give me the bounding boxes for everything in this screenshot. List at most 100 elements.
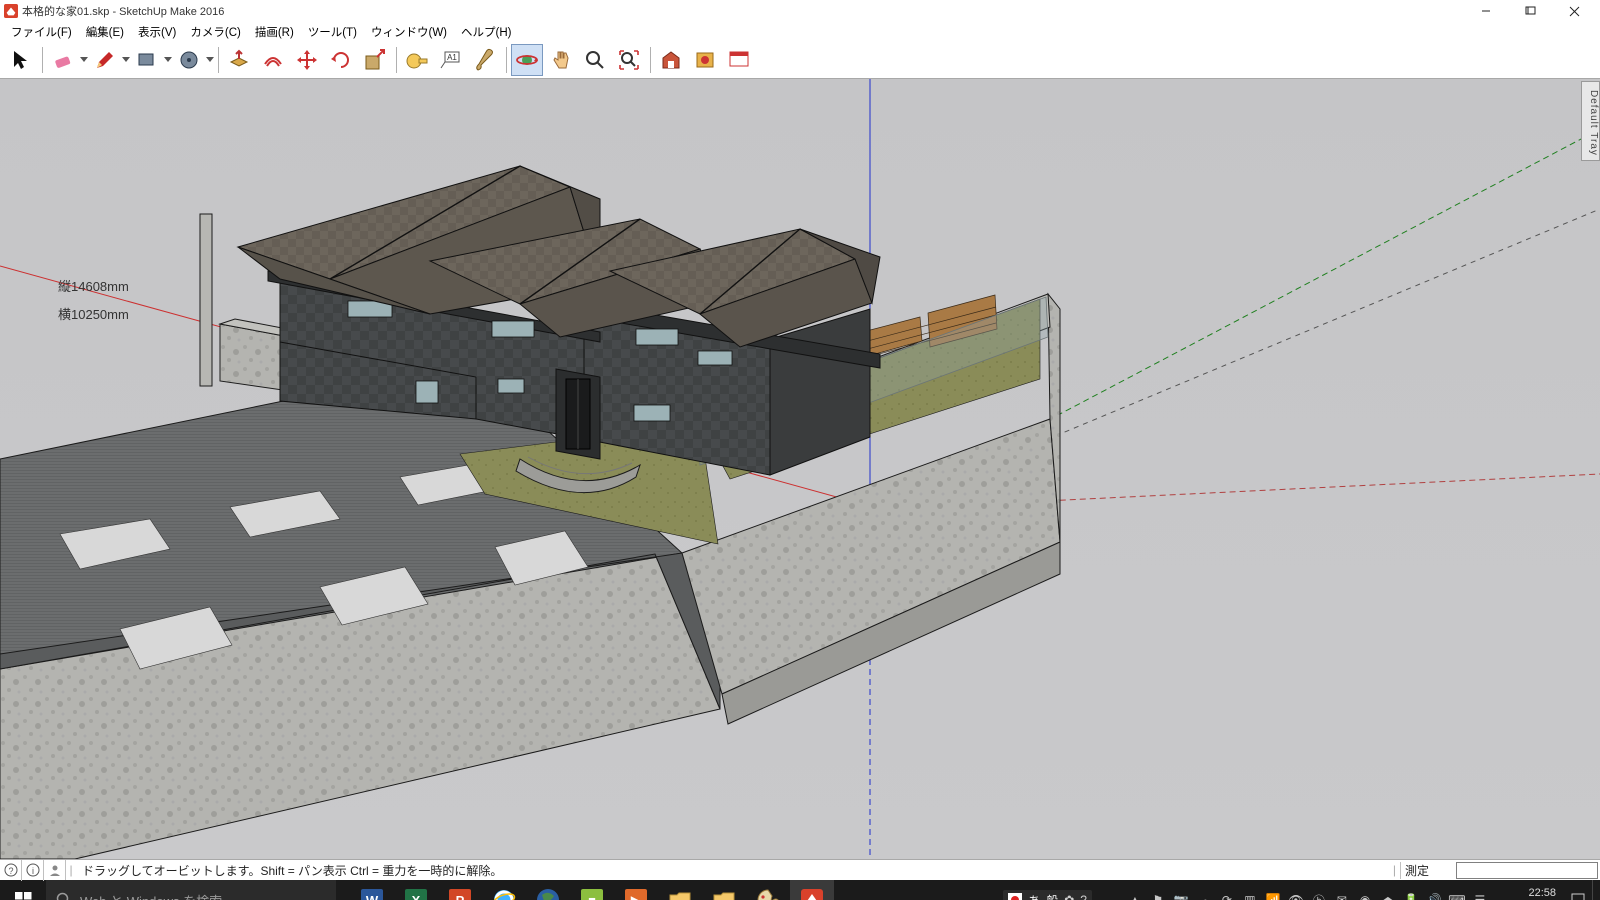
- tray-cam-icon[interactable]: 📷: [1172, 891, 1190, 900]
- menu-ファイル[interactable]: ファイル(F): [4, 23, 79, 41]
- offset-tool[interactable]: [257, 44, 289, 76]
- clock-time: 22:58: [1501, 887, 1556, 900]
- zoom-tool[interactable]: [579, 44, 611, 76]
- layout-button[interactable]: [723, 44, 755, 76]
- status-user-icon[interactable]: [44, 860, 66, 881]
- excel-app[interactable]: X: [394, 880, 438, 900]
- paint-tool[interactable]: [469, 44, 501, 76]
- tray-snd-icon[interactable]: 🔊: [1425, 891, 1443, 900]
- tray-nv-icon[interactable]: ◉: [1356, 891, 1374, 900]
- svg-text:▶: ▶: [630, 893, 642, 900]
- taskbar-search-placeholder: Web と Windows を検索: [80, 891, 222, 900]
- warehouse-button[interactable]: [655, 44, 687, 76]
- ime-help-icon[interactable]: ?: [1080, 893, 1087, 900]
- circle-tool[interactable]: [173, 44, 205, 76]
- eraser-tool[interactable]: [47, 44, 79, 76]
- main-toolbar: A1: [0, 41, 1600, 79]
- status-help-icon[interactable]: ?: [0, 860, 22, 881]
- tray-act-icon[interactable]: ☰: [1471, 891, 1489, 900]
- tray-flag-icon[interactable]: ⚑: [1149, 891, 1167, 900]
- orbit-tool[interactable]: [511, 44, 543, 76]
- ppt-app[interactable]: P: [438, 880, 482, 900]
- app-logo-icon: [4, 4, 18, 18]
- line-tool-dropdown[interactable]: [122, 44, 130, 76]
- earth-app[interactable]: [526, 880, 570, 900]
- menu-表示[interactable]: 表示(V): [131, 23, 183, 41]
- viewport-3d[interactable]: 縦14608mm 横10250mm Default Tray: [0, 79, 1600, 859]
- status-bar: ? i | ドラッグしてオービットします。Shift = パン表示 Ctrl =…: [0, 859, 1600, 880]
- move-tool[interactable]: [291, 44, 323, 76]
- tray-chip-icon[interactable]: ▥: [1241, 891, 1259, 900]
- ime-sys[interactable]: 般: [1046, 892, 1058, 900]
- pan-tool[interactable]: [545, 44, 577, 76]
- measurement-label: 測定: [1400, 862, 1456, 879]
- svg-text:?: ?: [8, 866, 13, 876]
- menu-ヘルプ[interactable]: ヘルプ(H): [454, 23, 518, 41]
- maximize-button[interactable]: [1508, 0, 1552, 22]
- svg-text:i: i: [32, 866, 34, 876]
- measurement-input[interactable]: [1456, 862, 1598, 879]
- window-title: 本格的な家01.skp - SketchUp Make 2016: [22, 3, 224, 19]
- extension-button[interactable]: [689, 44, 721, 76]
- line-tool[interactable]: [89, 44, 121, 76]
- status-divider: |: [66, 860, 76, 881]
- text-tool[interactable]: A1: [435, 44, 467, 76]
- tray-cloud-icon[interactable]: ☁: [1195, 891, 1213, 900]
- ime-mode[interactable]: あ: [1028, 892, 1040, 900]
- circle-tool-dropdown[interactable]: [206, 44, 214, 76]
- paint-app[interactable]: [746, 880, 790, 900]
- ie-app[interactable]: [482, 880, 526, 900]
- tray-bat-icon[interactable]: 🔋: [1402, 891, 1420, 900]
- video-app[interactable]: ▶: [614, 880, 658, 900]
- shape-tool-dropdown[interactable]: [164, 44, 172, 76]
- windows-taskbar: Web と Windows を検索 W X P ■ ▶ あ 般 ✿ ? ▲ ⚑ 📷 ☁ ⟳ ▥ 📶 👁…: [0, 880, 1600, 900]
- start-button[interactable]: [0, 880, 46, 900]
- shape-tool[interactable]: [131, 44, 163, 76]
- title-bar: 本格的な家01.skp - SketchUp Make 2016: [0, 0, 1600, 22]
- pushpull-tool[interactable]: [223, 44, 255, 76]
- show-desktop-button[interactable]: [1592, 880, 1598, 900]
- tray-bt-icon[interactable]: ⓑ: [1310, 891, 1328, 900]
- ime-icon[interactable]: [1008, 893, 1022, 900]
- explorer-app[interactable]: [702, 880, 746, 900]
- select-tool[interactable]: [5, 44, 37, 76]
- tray-sync-icon[interactable]: ⟳: [1218, 891, 1236, 900]
- svg-text:■: ■: [588, 893, 596, 900]
- tray-usb-icon[interactable]: ⏏: [1379, 891, 1397, 900]
- word-app[interactable]: W: [350, 880, 394, 900]
- rotate-tool[interactable]: [325, 44, 357, 76]
- svg-text:A1: A1: [447, 53, 457, 62]
- close-button[interactable]: [1552, 0, 1596, 22]
- tray-net-icon[interactable]: 📶: [1264, 891, 1282, 900]
- svg-text:W: W: [366, 893, 379, 900]
- menu-bar: ファイル(F)編集(E)表示(V)カメラ(C)描画(R)ツール(T)ウィンドウ(…: [0, 22, 1600, 41]
- dim-horizontal-label: 横10250mm: [58, 304, 129, 323]
- eraser-tool-dropdown[interactable]: [80, 44, 88, 76]
- scale-tool[interactable]: [359, 44, 391, 76]
- files-app[interactable]: [658, 880, 702, 900]
- tray-mail-icon[interactable]: ✉: [1333, 891, 1351, 900]
- status-info-icon[interactable]: i: [22, 860, 44, 881]
- menu-カメラ[interactable]: カメラ(C): [183, 23, 247, 41]
- menu-編集[interactable]: 編集(E): [79, 23, 131, 41]
- notifications-button[interactable]: [1568, 892, 1588, 900]
- tape-tool[interactable]: [401, 44, 433, 76]
- menu-ウィンドウ[interactable]: ウィンドウ(W): [364, 23, 454, 41]
- svg-text:X: X: [412, 893, 421, 900]
- ime-settings-icon[interactable]: ✿: [1064, 893, 1074, 900]
- taskbar-clock[interactable]: 22:58 2016/03/14: [1493, 887, 1564, 900]
- menu-ツール[interactable]: ツール(T): [301, 23, 364, 41]
- default-tray-tab[interactable]: Default Tray: [1581, 81, 1600, 161]
- status-hint: ドラッグしてオービットします。Shift = パン表示 Ctrl = 重力を一時…: [76, 862, 1389, 879]
- tray-eye-icon[interactable]: 👁: [1287, 891, 1305, 900]
- zoom-extents-tool[interactable]: [613, 44, 645, 76]
- menu-描画[interactable]: 描画(R): [248, 23, 301, 41]
- dim-vertical-label: 縦14608mm: [58, 276, 129, 295]
- tray-kb-icon[interactable]: ⌨: [1448, 891, 1466, 900]
- taskbar-search[interactable]: Web と Windows を検索: [46, 880, 336, 900]
- sketchup-app[interactable]: [790, 880, 834, 900]
- svg-text:P: P: [456, 893, 465, 900]
- minimize-button[interactable]: [1464, 0, 1508, 22]
- tray-up-icon[interactable]: ▲: [1126, 891, 1144, 900]
- notes-app[interactable]: ■: [570, 880, 614, 900]
